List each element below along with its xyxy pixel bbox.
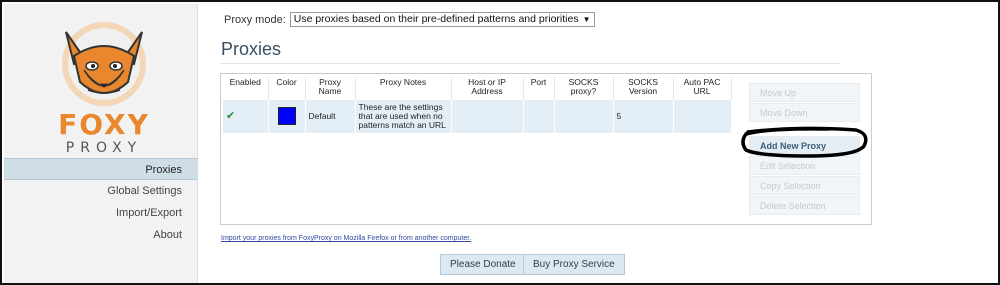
col-header-socks-version: SOCKS Version <box>613 77 674 100</box>
col-header-proxy-notes: Proxy Notes <box>355 77 452 100</box>
page-title: Proxies <box>221 39 282 59</box>
cell-socks-version: 5 <box>613 100 674 133</box>
col-header-proxy-name: Proxy Name <box>305 77 356 100</box>
col-header-enabled: Enabled <box>223 77 269 100</box>
cell-proxy-notes: These are the settings that are used whe… <box>355 100 452 133</box>
delete-selection-button[interactable]: Delete Selection <box>749 196 860 215</box>
cell-socks-proxy <box>554 100 614 133</box>
cell-color[interactable] <box>268 100 306 133</box>
check-icon: ✔ <box>226 110 236 122</box>
foxyproxy-logo: FOXY PROXY <box>44 12 164 156</box>
please-donate-button[interactable]: Please Donate <box>440 254 526 275</box>
sidebar-item-proxies[interactable]: Proxies <box>4 158 198 180</box>
app-frame: FOXY PROXY Proxies Global Settings Impor… <box>0 0 1000 285</box>
edit-selection-button[interactable]: Edit Selection <box>749 156 860 175</box>
col-header-port: Port <box>523 77 555 100</box>
fox-logo-icon <box>62 22 146 106</box>
cell-auto-pac-url <box>673 100 732 133</box>
proxy-table: Enabled Color Proxy Name Proxy Notes Hos… <box>223 77 732 133</box>
proxy-mode-selected-value: Use proxies based on their pre-defined p… <box>293 13 579 25</box>
import-proxies-link[interactable]: Import your proxies from FoxyProxy on Mo… <box>221 235 471 242</box>
logo-word-proxy: PROXY <box>65 140 143 156</box>
table-row[interactable]: ✔ Default These are the settings that ar… <box>223 100 732 133</box>
move-up-button[interactable]: Move Up <box>749 83 860 102</box>
color-swatch <box>277 106 296 125</box>
sidebar-nav: Proxies Global Settings Import/Export Ab… <box>4 158 198 246</box>
copy-selection-button[interactable]: Copy Selection <box>749 176 860 195</box>
add-new-proxy-button[interactable]: Add New Proxy <box>749 136 860 155</box>
col-header-color: Color <box>268 77 306 100</box>
proxy-actions: Move Up Move Down Add New Proxy Edit Sel… <box>749 83 860 216</box>
proxy-mode-row: Proxy mode: Use proxies based on their p… <box>224 12 595 27</box>
proxy-mode-label: Proxy mode: <box>224 13 286 26</box>
sidebar-item-about[interactable]: About <box>4 224 198 246</box>
col-header-socks-proxy: SOCKS proxy? <box>554 77 614 100</box>
sidebar-item-global-settings[interactable]: Global Settings <box>4 180 198 202</box>
proxy-mode-select[interactable]: Use proxies based on their pre-defined p… <box>289 12 595 27</box>
cell-port <box>523 100 555 133</box>
buy-proxy-service-button[interactable]: Buy Proxy Service <box>523 254 625 275</box>
sidebar-item-import-export[interactable]: Import/Export <box>4 202 198 224</box>
dropdown-arrow-icon: ▼ <box>582 15 591 24</box>
col-header-host: Host or IP Address <box>451 77 524 100</box>
title-divider <box>220 63 840 64</box>
col-header-auto-pac-url: Auto PAC URL <box>673 77 732 100</box>
logo-word-foxy: FOXY <box>58 108 150 141</box>
cell-proxy-name: Default <box>305 100 356 133</box>
table-header-row: Enabled Color Proxy Name Proxy Notes Hos… <box>223 77 732 100</box>
move-down-button[interactable]: Move Down <box>749 103 860 122</box>
cell-host <box>451 100 524 133</box>
sidebar: FOXY PROXY Proxies Global Settings Impor… <box>4 4 198 283</box>
cell-enabled[interactable]: ✔ <box>223 100 269 133</box>
